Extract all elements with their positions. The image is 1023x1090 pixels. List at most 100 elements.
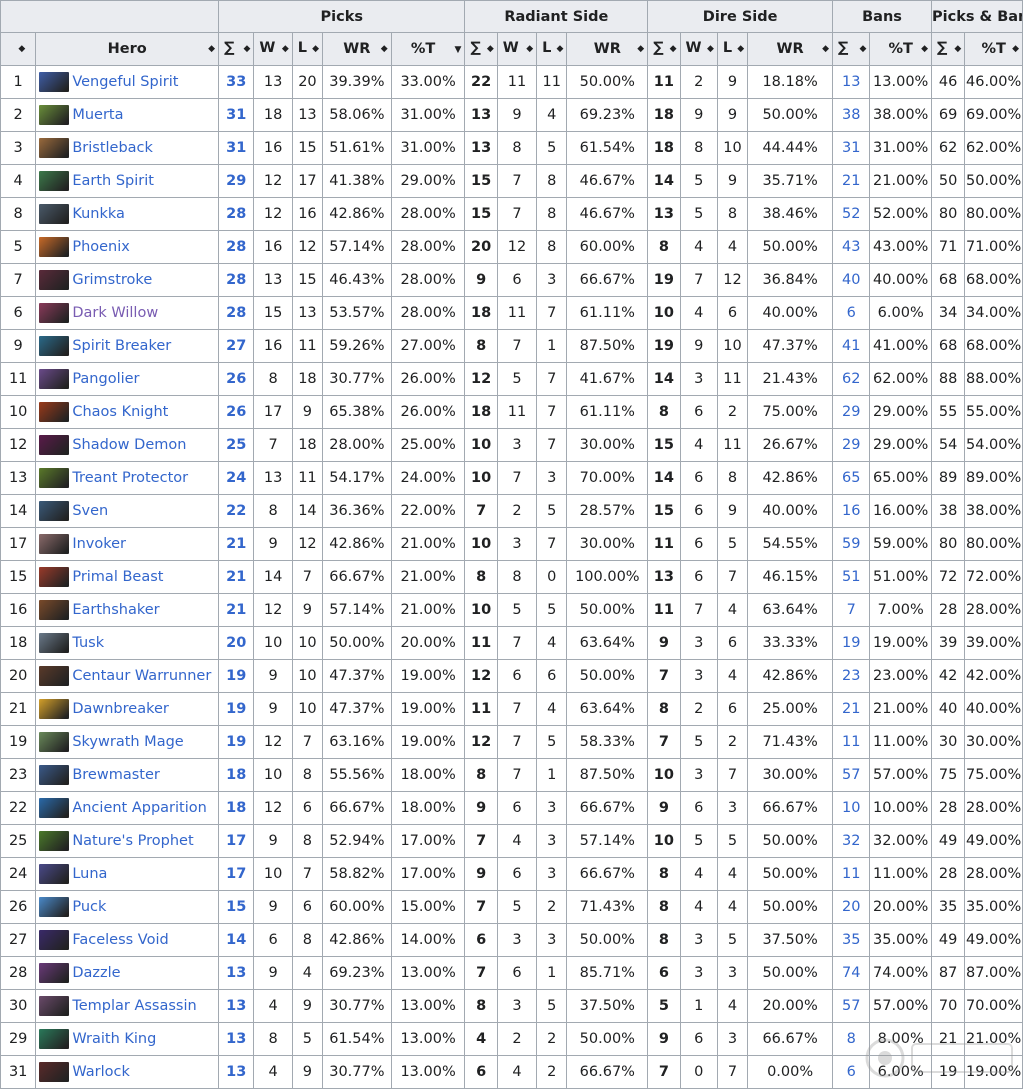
hero-name-link[interactable]: Muerta — [72, 107, 123, 123]
hero-name-link[interactable]: Treant Protector — [72, 470, 188, 486]
sort-icon[interactable]: ◆ — [859, 44, 866, 54]
column-header-dire-total[interactable]: ∑ ◆ — [647, 32, 681, 66]
picks-total-link-value[interactable]: 20 — [226, 635, 246, 651]
bans-total-link-value[interactable]: 11 — [842, 734, 860, 750]
bans-total-link-value[interactable]: 23 — [842, 668, 860, 684]
bans-total-link-value[interactable]: 40 — [842, 272, 860, 288]
hero-cell[interactable]: Bristleback — [35, 131, 220, 165]
bans-total-link-value[interactable]: 52 — [842, 206, 860, 222]
hero-name-link[interactable]: Dark Willow — [72, 305, 158, 321]
bans-total-link-value[interactable]: 41 — [842, 338, 860, 354]
bans-total-link-value[interactable]: 6 — [847, 305, 856, 321]
sort-descending-icon[interactable]: ▼ — [455, 45, 462, 55]
bans-total-link-value[interactable]: 65 — [842, 470, 860, 486]
picks-total-link-value[interactable]: 17 — [226, 866, 246, 882]
bans-total-link[interactable]: 11 — [832, 857, 871, 891]
hero-name-link[interactable]: Sven — [72, 503, 108, 519]
sort-icon[interactable]: ◆ — [381, 44, 388, 54]
column-header-picks-winrate[interactable]: WR ◆ — [322, 32, 392, 66]
picks-total-link-value[interactable]: 28 — [226, 239, 246, 255]
picks-total-link-value[interactable]: 28 — [226, 305, 246, 321]
hero-portrait-icon[interactable] — [39, 336, 70, 356]
column-header-radiant-wins[interactable]: W ◆ — [496, 32, 538, 66]
bans-total-link[interactable]: 13 — [832, 65, 871, 99]
column-header-rank[interactable]: ◆ — [0, 32, 37, 66]
sort-icon[interactable]: ◆ — [557, 44, 564, 54]
hero-name-link[interactable]: Puck — [72, 899, 106, 915]
bans-total-link[interactable]: 29 — [832, 395, 871, 429]
hero-name-link[interactable]: Warlock — [72, 1064, 130, 1080]
hero-cell[interactable]: Dark Willow — [35, 296, 220, 330]
hero-cell[interactable]: Wraith King — [35, 1022, 220, 1056]
picks-total-link[interactable]: 33 — [218, 65, 255, 99]
hero-name-link[interactable]: Ancient Apparition — [72, 800, 207, 816]
hero-portrait-icon[interactable] — [39, 105, 70, 125]
picks-total-link-value[interactable]: 26 — [226, 371, 246, 387]
picks-total-link[interactable]: 17 — [218, 824, 255, 858]
picks-total-link[interactable]: 21 — [218, 593, 255, 627]
hero-name-link[interactable]: Luna — [72, 866, 107, 882]
sort-icon[interactable]: ◆ — [954, 44, 961, 54]
hero-portrait-icon[interactable] — [39, 831, 70, 851]
hero-cell[interactable]: Muerta — [35, 98, 220, 132]
picks-total-link[interactable]: 14 — [218, 923, 255, 957]
column-header-pb-total[interactable]: ∑ ◆ — [930, 32, 966, 66]
bans-total-link[interactable]: 51 — [832, 560, 871, 594]
hero-name-link[interactable]: Brewmaster — [72, 767, 160, 783]
hero-portrait-icon[interactable] — [39, 204, 70, 224]
sort-icon[interactable]: ◆ — [737, 44, 744, 54]
picks-total-link[interactable]: 20 — [218, 626, 255, 660]
hero-portrait-icon[interactable] — [39, 1029, 70, 1049]
picks-total-link-value[interactable]: 13 — [226, 998, 246, 1014]
hero-name-link[interactable]: Spirit Breaker — [72, 338, 171, 354]
bans-total-link-value[interactable]: 59 — [842, 536, 860, 552]
bans-total-link[interactable]: 59 — [832, 527, 871, 561]
bans-total-link[interactable]: 65 — [832, 461, 871, 495]
hero-cell[interactable]: Treant Protector — [35, 461, 220, 495]
bans-total-link[interactable]: 23 — [832, 659, 871, 693]
hero-portrait-icon[interactable] — [39, 996, 70, 1016]
bans-total-link-value[interactable]: 31 — [842, 140, 860, 156]
bans-total-link-value[interactable]: 29 — [842, 404, 860, 420]
bans-total-link-value[interactable]: 57 — [842, 767, 860, 783]
picks-total-link[interactable]: 24 — [218, 461, 255, 495]
bans-total-link-value[interactable]: 32 — [842, 833, 860, 849]
bans-total-link[interactable]: 31 — [832, 131, 871, 165]
picks-total-link[interactable]: 13 — [218, 956, 255, 990]
hero-cell[interactable]: Skywrath Mage — [35, 725, 220, 759]
bans-total-link-value[interactable]: 19 — [842, 635, 860, 651]
column-header-radiant-winrate[interactable]: WR ◆ — [566, 32, 649, 66]
picks-total-link-value[interactable]: 21 — [226, 536, 246, 552]
picks-total-link-value[interactable]: 19 — [226, 701, 246, 717]
bans-total-link[interactable]: 62 — [832, 362, 871, 396]
sort-icon[interactable]: ◆ — [707, 44, 714, 54]
bans-total-link-value[interactable]: 74 — [842, 965, 860, 981]
picks-total-link[interactable]: 18 — [218, 758, 255, 792]
hero-cell[interactable]: Dawnbreaker — [35, 692, 220, 726]
column-header-pb-percent[interactable]: %T ◆ — [964, 32, 1023, 66]
bans-total-link[interactable]: 35 — [832, 923, 871, 957]
picks-total-link-value[interactable]: 22 — [226, 503, 246, 519]
hero-cell[interactable]: Faceless Void — [35, 923, 220, 957]
bans-total-link-value[interactable]: 62 — [842, 371, 860, 387]
bans-total-link-value[interactable]: 8 — [847, 1031, 856, 1047]
bans-total-link-value[interactable]: 35 — [842, 932, 860, 948]
sort-icon[interactable]: ◆ — [312, 44, 319, 54]
hero-portrait-icon[interactable] — [39, 501, 70, 521]
hero-name-link[interactable]: Faceless Void — [72, 932, 168, 948]
picks-total-link[interactable]: 13 — [218, 1055, 255, 1089]
picks-total-link[interactable]: 21 — [218, 560, 255, 594]
hero-portrait-icon[interactable] — [39, 435, 70, 455]
column-header-picks-total[interactable]: ∑ ◆ — [218, 32, 255, 66]
bans-total-link-value[interactable]: 10 — [842, 800, 860, 816]
hero-cell[interactable]: Nature's Prophet — [35, 824, 220, 858]
bans-total-link-value[interactable]: 7 — [847, 602, 856, 618]
picks-total-link-value[interactable]: 27 — [226, 338, 246, 354]
hero-name-link[interactable]: Tusk — [72, 635, 104, 651]
hero-name-link[interactable]: Earth Spirit — [72, 173, 154, 189]
bans-total-link[interactable]: 20 — [832, 890, 871, 924]
picks-total-link[interactable]: 13 — [218, 1022, 255, 1056]
picks-total-link-value[interactable]: 25 — [226, 437, 246, 453]
bans-total-link-value[interactable]: 21 — [842, 701, 860, 717]
hero-portrait-icon[interactable] — [39, 930, 70, 950]
